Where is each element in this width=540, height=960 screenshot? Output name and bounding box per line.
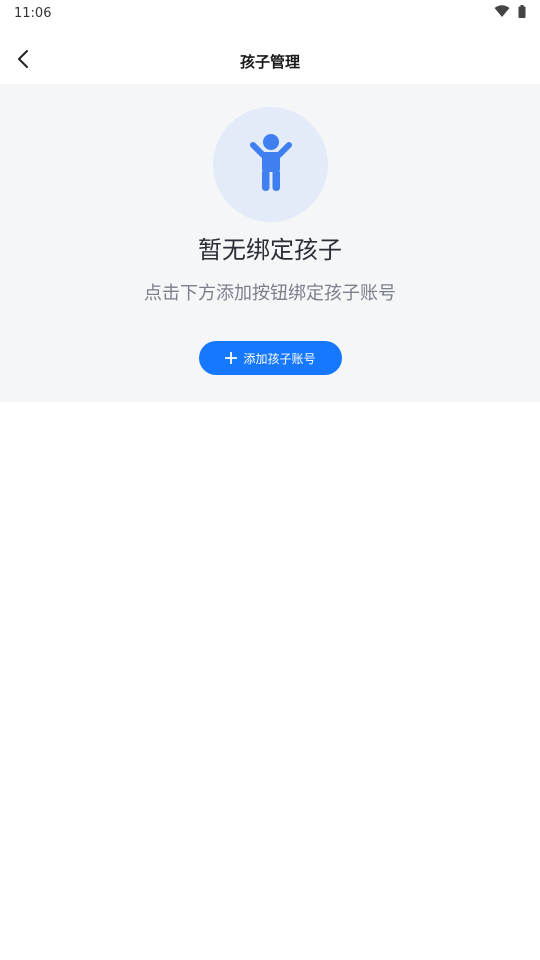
child-icon bbox=[249, 133, 293, 197]
empty-state-panel: 暂无绑定孩子 点击下方添加按钮绑定孩子账号 添加孩子账号 bbox=[0, 84, 540, 402]
empty-state-title: 暂无绑定孩子 bbox=[198, 236, 342, 264]
child-avatar-circle bbox=[213, 107, 328, 222]
page-title: 孩子管理 bbox=[239, 52, 300, 71]
empty-state-subtitle: 点击下方添加按钮绑定孩子账号 bbox=[144, 283, 396, 304]
status-bar: 11:06 bbox=[0, 0, 540, 26]
status-icons bbox=[494, 4, 526, 22]
wifi-icon bbox=[494, 5, 510, 21]
plus-icon bbox=[225, 352, 238, 364]
nav-bar: 孩子管理 bbox=[0, 38, 540, 84]
back-button[interactable] bbox=[8, 46, 38, 76]
status-time: 11:06 bbox=[14, 5, 52, 21]
add-child-button-label: 添加孩子账号 bbox=[243, 351, 316, 366]
add-child-button[interactable]: 添加孩子账号 bbox=[199, 341, 342, 375]
battery-icon bbox=[518, 4, 526, 22]
chevron-left-icon bbox=[17, 49, 29, 73]
